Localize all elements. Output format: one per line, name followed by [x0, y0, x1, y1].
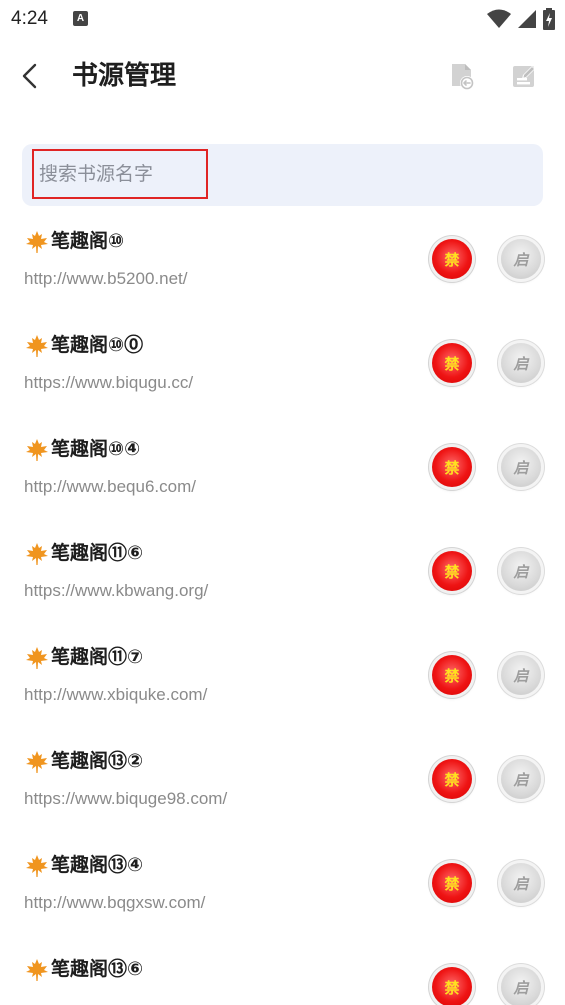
notification-app-icon: A: [73, 11, 88, 26]
source-name: 笔趣阁⑪⑦: [51, 646, 144, 668]
edit-button[interactable]: [508, 60, 540, 92]
battery-icon: [543, 8, 555, 30]
maple-leaf-icon: [26, 231, 48, 253]
source-item[interactable]: 笔趣阁⑪⑦ http://www.xbiquke.com/ 禁 启: [0, 632, 565, 736]
source-item[interactable]: 笔趣阁⑩ http://www.b5200.net/ 禁 启: [0, 216, 565, 320]
app-bar: 书源管理: [0, 38, 565, 114]
enable-button[interactable]: 启: [501, 759, 541, 799]
enable-button[interactable]: 启: [501, 863, 541, 903]
source-url: https://www.kbwang.org/: [24, 581, 209, 600]
edit-note-icon: [513, 66, 535, 87]
source-name: 笔趣阁⑩④: [51, 438, 141, 460]
status-time: 4:24: [11, 8, 48, 29]
source-name: 笔趣阁⑬②: [51, 750, 144, 772]
disable-button[interactable]: 禁: [432, 967, 472, 1005]
status-icons: [487, 8, 555, 30]
maple-leaf-icon: [26, 543, 48, 565]
source-item[interactable]: 笔趣阁⑬④ http://www.bqgxsw.com/ 禁 启: [0, 840, 565, 944]
source-item[interactable]: 笔趣阁⑪⑥ https://www.kbwang.org/ 禁 启: [0, 528, 565, 632]
disable-button[interactable]: 禁: [432, 863, 472, 903]
source-item[interactable]: 笔趣阁⑬⑥ 禁 启: [0, 944, 565, 1005]
disable-button[interactable]: 禁: [432, 759, 472, 799]
source-url: http://www.bqgxsw.com/: [24, 893, 206, 912]
enable-button[interactable]: 启: [501, 551, 541, 591]
source-url: http://www.b5200.net/: [24, 269, 188, 288]
enable-button[interactable]: 启: [501, 447, 541, 487]
source-url: https://www.biquge98.com/: [24, 789, 228, 808]
source-name: 笔趣阁⑬④: [51, 854, 144, 876]
enable-button[interactable]: 启: [501, 343, 541, 383]
wifi-icon: [487, 9, 511, 28]
source-list: 笔趣阁⑩ http://www.b5200.net/ 禁 启 笔趣阁⑩⓪ htt…: [0, 216, 565, 1005]
search-box: [22, 144, 543, 206]
source-item[interactable]: 笔趣阁⑩④ http://www.bequ6.com/ 禁 启: [0, 424, 565, 528]
import-icon: [452, 64, 474, 90]
search-input[interactable]: [32, 149, 208, 199]
source-item[interactable]: 笔趣阁⑩⓪ https://www.biqugu.cc/ 禁 启: [0, 320, 565, 424]
disable-button[interactable]: 禁: [432, 655, 472, 695]
maple-leaf-icon: [26, 439, 48, 461]
maple-leaf-icon: [26, 855, 48, 877]
enable-button[interactable]: 启: [501, 967, 541, 1005]
maple-leaf-icon: [26, 647, 48, 669]
import-button[interactable]: [446, 60, 478, 92]
source-name: 笔趣阁⑬⑥: [51, 958, 144, 980]
source-url: http://www.bequ6.com/: [24, 477, 196, 496]
enable-button[interactable]: 启: [501, 239, 541, 279]
source-name: 笔趣阁⑪⑥: [51, 542, 144, 564]
maple-leaf-icon: [26, 335, 48, 357]
source-url: https://www.biqugu.cc/: [24, 373, 194, 392]
disable-button[interactable]: 禁: [432, 447, 472, 487]
back-arrow-icon: [22, 63, 37, 89]
disable-button[interactable]: 禁: [432, 551, 472, 591]
disable-button[interactable]: 禁: [432, 343, 472, 383]
page-title: 书源管理: [72, 61, 177, 91]
status-bar: 4:24 A: [0, 0, 565, 38]
source-item[interactable]: 笔趣阁⑬② https://www.biquge98.com/ 禁 启: [0, 736, 565, 840]
back-button[interactable]: [12, 58, 48, 94]
source-name: 笔趣阁⑩: [51, 230, 125, 252]
disable-button[interactable]: 禁: [432, 239, 472, 279]
source-name: 笔趣阁⑩⓪: [51, 334, 144, 356]
enable-button[interactable]: 启: [501, 655, 541, 695]
maple-leaf-icon: [26, 959, 48, 981]
signal-icon: [518, 10, 536, 28]
source-url: http://www.xbiquke.com/: [24, 685, 208, 704]
maple-leaf-icon: [26, 751, 48, 773]
